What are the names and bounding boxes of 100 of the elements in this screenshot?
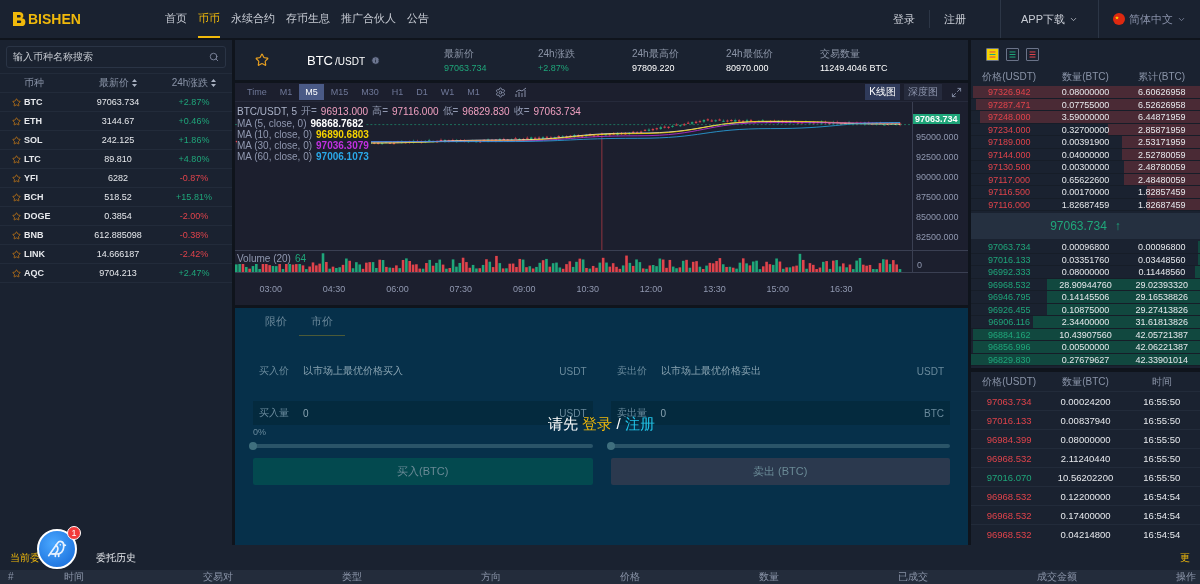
trade-amount: 0.00024200 bbox=[1059, 395, 1112, 407]
favorite-star-icon[interactable] bbox=[255, 53, 269, 67]
search-field[interactable]: 输入币种名称搜索 bbox=[6, 46, 226, 68]
favorite-star-icon[interactable] bbox=[12, 135, 21, 145]
order-book-view-icon[interactable] bbox=[986, 47, 999, 61]
slider-thumb[interactable] bbox=[249, 442, 257, 450]
info-icon[interactable] bbox=[371, 55, 380, 65]
stat-label: 最新价 bbox=[444, 47, 475, 61]
chart-view-tab[interactable]: K线图 bbox=[865, 84, 900, 100]
nav-item[interactable]: 币币 bbox=[198, 0, 220, 38]
coin-change: +2.47% bbox=[177, 268, 211, 278]
ask-amount: 0.04000000 bbox=[1060, 148, 1111, 161]
ask-total: 2.52780059 bbox=[1137, 148, 1187, 161]
interval-tab[interactable]: M15 bbox=[324, 84, 355, 100]
orders-tab[interactable]: 当前委 bbox=[10, 550, 40, 565]
more-link[interactable]: 更 bbox=[1180, 550, 1190, 565]
ask-total: 6.44871959 bbox=[1137, 111, 1187, 123]
coin-symbol: ETH bbox=[24, 116, 43, 126]
ask-amount: 1.82687459 bbox=[1060, 198, 1111, 211]
bid-amount: 0.00096800 bbox=[1060, 241, 1111, 253]
bid-amount: 10.43907560 bbox=[1058, 328, 1113, 341]
order-type-tab[interactable]: 限价 bbox=[253, 310, 299, 336]
flag-icon bbox=[1113, 13, 1125, 25]
price-field[interactable]: 卖出价 以市场上最优价格卖出 USDT bbox=[610, 359, 950, 383]
time-tick: 09:00 bbox=[513, 284, 536, 294]
interval-tab[interactable]: Time bbox=[241, 84, 273, 100]
ask-price: 97326.942 bbox=[986, 86, 1032, 98]
chart-symbol: BTC/USDT, 5 bbox=[237, 105, 297, 117]
bid-price: 96968.532 bbox=[986, 278, 1032, 291]
app-download-menu[interactable]: APP下载 bbox=[1001, 11, 1098, 27]
indicators-icon[interactable] bbox=[514, 87, 527, 97]
stat-value: +2.87% bbox=[538, 63, 570, 73]
nav-item[interactable]: 存币生息 bbox=[286, 0, 330, 38]
ma-label: MA (30, close, 0) bbox=[237, 140, 313, 151]
ohlc-value: 96913.000 bbox=[320, 105, 369, 117]
favorite-star-icon[interactable] bbox=[12, 268, 21, 278]
ask-price: 97117.000 bbox=[987, 173, 1032, 186]
slider-thumb[interactable] bbox=[606, 442, 615, 450]
trade-price: 97016.133 bbox=[985, 414, 1033, 426]
favorite-star-icon[interactable] bbox=[12, 97, 21, 107]
interval-tab[interactable]: M5 bbox=[299, 84, 324, 100]
register-link[interactable]: 注册 bbox=[930, 11, 980, 27]
order-type-tab[interactable]: 市价 bbox=[299, 310, 345, 336]
trade-price: 97016.070 bbox=[985, 471, 1033, 483]
favorite-star-icon[interactable] bbox=[12, 230, 21, 240]
favorite-star-icon[interactable] bbox=[12, 154, 21, 164]
bid-total: 0.03448560 bbox=[1137, 253, 1187, 266]
ohlc-label: 开= bbox=[301, 104, 317, 118]
ask-price: 97234.000 bbox=[986, 123, 1032, 136]
nav-item[interactable]: 公告 bbox=[407, 0, 429, 38]
settings-icon[interactable] bbox=[494, 86, 506, 98]
interval-tab[interactable]: H1 bbox=[385, 84, 410, 100]
sort-icon[interactable] bbox=[211, 79, 217, 87]
stat-label: 24h涨跌 bbox=[538, 47, 576, 61]
login-link[interactable]: 登录 bbox=[879, 11, 929, 27]
price-tick: 85000.000 bbox=[916, 212, 960, 222]
column-header: 价格(USDT) bbox=[981, 70, 1038, 84]
ohlc-label: 高= bbox=[372, 104, 388, 118]
bid-total: 42.33901014 bbox=[1134, 353, 1190, 366]
order-book-view-icon[interactable] bbox=[1006, 47, 1019, 61]
interval-tab[interactable]: M30 bbox=[355, 84, 385, 100]
nav-item[interactable]: 首页 bbox=[165, 0, 187, 38]
trade-time: 16:55:50 bbox=[1142, 433, 1182, 445]
sort-icon[interactable] bbox=[132, 79, 137, 87]
coin-change: +1.86% bbox=[177, 135, 211, 145]
interval-tab[interactable]: W1 bbox=[434, 84, 461, 100]
orders-tab[interactable]: 委托历史 bbox=[96, 550, 136, 565]
bid-total: 0.00096800 bbox=[1137, 241, 1187, 253]
price-field[interactable]: 买入价 以市场上最优价格买入 USDT bbox=[253, 359, 593, 383]
coin-price: 242.125 bbox=[100, 135, 136, 145]
language-menu[interactable]: 简体中文 bbox=[1099, 11, 1200, 27]
favorite-star-icon[interactable] bbox=[12, 249, 21, 259]
column-header: 时间 bbox=[1150, 374, 1173, 389]
pair-quote: /USDT bbox=[335, 55, 365, 67]
coin-change: +15.81% bbox=[175, 192, 213, 202]
sell-button[interactable]: 卖出 (BTC) bbox=[610, 458, 950, 485]
favorite-star-icon[interactable] bbox=[12, 211, 21, 221]
coin-price: 6282 bbox=[107, 173, 129, 183]
favorite-star-icon[interactable] bbox=[12, 116, 21, 126]
chart-view-tab[interactable]: 深度图 bbox=[904, 84, 942, 100]
interval-tab[interactable]: M1 bbox=[461, 84, 486, 100]
coin-symbol: BTC bbox=[24, 97, 44, 107]
interval-tab[interactable]: D1 bbox=[410, 84, 434, 100]
favorite-star-icon[interactable] bbox=[12, 192, 21, 202]
price-tick: 90000.000 bbox=[916, 172, 960, 182]
trade-amount: 0.04214800 bbox=[1059, 528, 1112, 540]
ask-amount: 0.00391900 bbox=[1060, 136, 1111, 148]
nav-item[interactable]: 推广合伙人 bbox=[341, 0, 396, 38]
bid-total: 29.02393320 bbox=[1134, 278, 1190, 291]
ma-value: 97036.3079 bbox=[316, 140, 369, 151]
search-icon[interactable] bbox=[209, 52, 219, 62]
nav-item[interactable]: 永续合约 bbox=[231, 0, 275, 38]
interval-tab[interactable]: M1 bbox=[273, 84, 299, 100]
stat-value: 97809.220 bbox=[632, 63, 676, 73]
fullscreen-icon[interactable] bbox=[951, 86, 962, 98]
favorite-star-icon[interactable] bbox=[12, 173, 21, 183]
bid-price: 97063.734 bbox=[986, 241, 1032, 253]
time-tick: 10:30 bbox=[576, 284, 599, 294]
trade-time: 16:54:54 bbox=[1142, 490, 1182, 502]
ask-price: 97287.471 bbox=[986, 98, 1032, 111]
